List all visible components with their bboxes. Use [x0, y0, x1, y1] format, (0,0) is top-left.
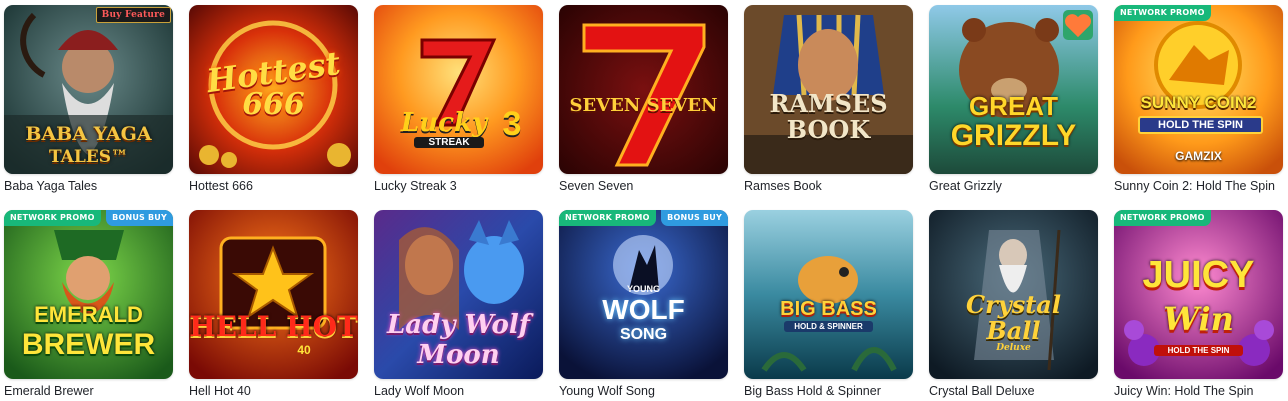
- game-grid: BABA YAGA TALES™ Buy Feature Baba Yaga T…: [0, 0, 1288, 401]
- game-thumbnail[interactable]: Lady Wolf Moon: [374, 210, 543, 379]
- game-thumbnail[interactable]: Hottest 666: [189, 5, 358, 174]
- game-card-ramses-book[interactable]: RAMSES BOOK Ramses Book: [744, 5, 913, 193]
- network-promo-badge: NETWORK PROMO: [1114, 5, 1211, 21]
- game-art: [1114, 210, 1283, 379]
- network-promo-badge: NETWORK PROMO: [559, 210, 656, 226]
- game-title[interactable]: Lucky Streak 3: [374, 179, 457, 193]
- buy-feature-badge: Buy Feature: [95, 7, 171, 23]
- game-art: [559, 210, 728, 379]
- game-art: [374, 210, 543, 379]
- game-title[interactable]: Big Bass Hold & Spinner: [744, 384, 881, 398]
- network-promo-badge: NETWORK PROMO: [4, 210, 101, 226]
- game-title[interactable]: Emerald Brewer: [4, 384, 94, 398]
- game-art: [744, 5, 913, 174]
- game-art: [559, 5, 728, 174]
- game-card-seven-seven[interactable]: SEVEN SEVEN Seven Seven: [559, 5, 728, 193]
- game-art: [189, 5, 358, 174]
- game-card-juicy-win[interactable]: JUICY Win HOLD THE SPIN NETWORK PROMO Ju…: [1114, 210, 1283, 398]
- game-thumbnail[interactable]: HELL HOT 40: [189, 210, 358, 379]
- game-title[interactable]: Young Wolf Song: [559, 384, 655, 398]
- game-card-emerald-brewer[interactable]: EMERALD BREWER NETWORK PROMO BONUS BUY E…: [4, 210, 173, 398]
- game-thumbnail[interactable]: BABA YAGA TALES™ Buy Feature: [4, 5, 173, 174]
- game-thumbnail[interactable]: EMERALD BREWER NETWORK PROMO BONUS BUY: [4, 210, 173, 379]
- network-promo-badge: NETWORK PROMO: [1114, 210, 1211, 226]
- game-card-big-bass-hold-spinner[interactable]: BIG BASS HOLD & SPINNER Big Bass Hold & …: [744, 210, 913, 398]
- game-thumbnail[interactable]: Lucky STREAK 3: [374, 5, 543, 174]
- game-card-sunny-coin-2[interactable]: SUNNY COIN2 HOLD THE SPIN GAMZIX NETWORK…: [1114, 5, 1283, 193]
- game-title[interactable]: Sunny Coin 2: Hold The Spin: [1114, 179, 1275, 193]
- game-title[interactable]: Great Grizzly: [929, 179, 1002, 193]
- game-art: [374, 5, 543, 174]
- game-thumbnail[interactable]: YOUNG WOLF SONG NETWORK PROMO BONUS BUY: [559, 210, 728, 379]
- game-title[interactable]: Crystal Ball Deluxe: [929, 384, 1035, 398]
- favorite-heart-icon[interactable]: [1063, 10, 1093, 40]
- game-thumbnail[interactable]: JUICY Win HOLD THE SPIN NETWORK PROMO: [1114, 210, 1283, 379]
- game-art: [4, 5, 173, 174]
- game-card-baba-yaga-tales[interactable]: BABA YAGA TALES™ Buy Feature Baba Yaga T…: [4, 5, 173, 193]
- game-card-lucky-streak-3[interactable]: Lucky STREAK 3 Lucky Streak 3: [374, 5, 543, 193]
- game-art: [4, 210, 173, 379]
- game-thumbnail[interactable]: SUNNY COIN2 HOLD THE SPIN GAMZIX NETWORK…: [1114, 5, 1283, 174]
- game-card-great-grizzly[interactable]: GREAT GRIZZLY Great Grizzly: [929, 5, 1098, 193]
- game-title[interactable]: Lady Wolf Moon: [374, 384, 464, 398]
- game-art: [929, 210, 1098, 379]
- game-art: [744, 210, 913, 379]
- game-title[interactable]: Hottest 666: [189, 179, 253, 193]
- game-art: [189, 210, 358, 379]
- game-thumbnail[interactable]: Crystal Ball Deluxe: [929, 210, 1098, 379]
- game-card-hottest-666[interactable]: Hottest 666 Hottest 666: [189, 5, 358, 193]
- game-thumbnail[interactable]: BIG BASS HOLD & SPINNER: [744, 210, 913, 379]
- game-title[interactable]: Seven Seven: [559, 179, 633, 193]
- game-title[interactable]: Baba Yaga Tales: [4, 179, 97, 193]
- game-card-young-wolf-song[interactable]: YOUNG WOLF SONG NETWORK PROMO BONUS BUY …: [559, 210, 728, 398]
- bonus-buy-badge: BONUS BUY: [106, 210, 173, 226]
- game-card-crystal-ball-deluxe[interactable]: Crystal Ball Deluxe Crystal Ball Deluxe: [929, 210, 1098, 398]
- game-card-lady-wolf-moon[interactable]: Lady Wolf Moon Lady Wolf Moon: [374, 210, 543, 398]
- bonus-buy-badge: BONUS BUY: [661, 210, 728, 226]
- game-title[interactable]: Hell Hot 40: [189, 384, 251, 398]
- game-title[interactable]: Ramses Book: [744, 179, 822, 193]
- game-card-hell-hot-40[interactable]: HELL HOT 40 Hell Hot 40: [189, 210, 358, 398]
- game-title[interactable]: Juicy Win: Hold The Spin: [1114, 384, 1253, 398]
- game-thumbnail[interactable]: GREAT GRIZZLY: [929, 5, 1098, 174]
- game-art: [1114, 5, 1283, 174]
- game-thumbnail[interactable]: RAMSES BOOK: [744, 5, 913, 174]
- game-thumbnail[interactable]: SEVEN SEVEN: [559, 5, 728, 174]
